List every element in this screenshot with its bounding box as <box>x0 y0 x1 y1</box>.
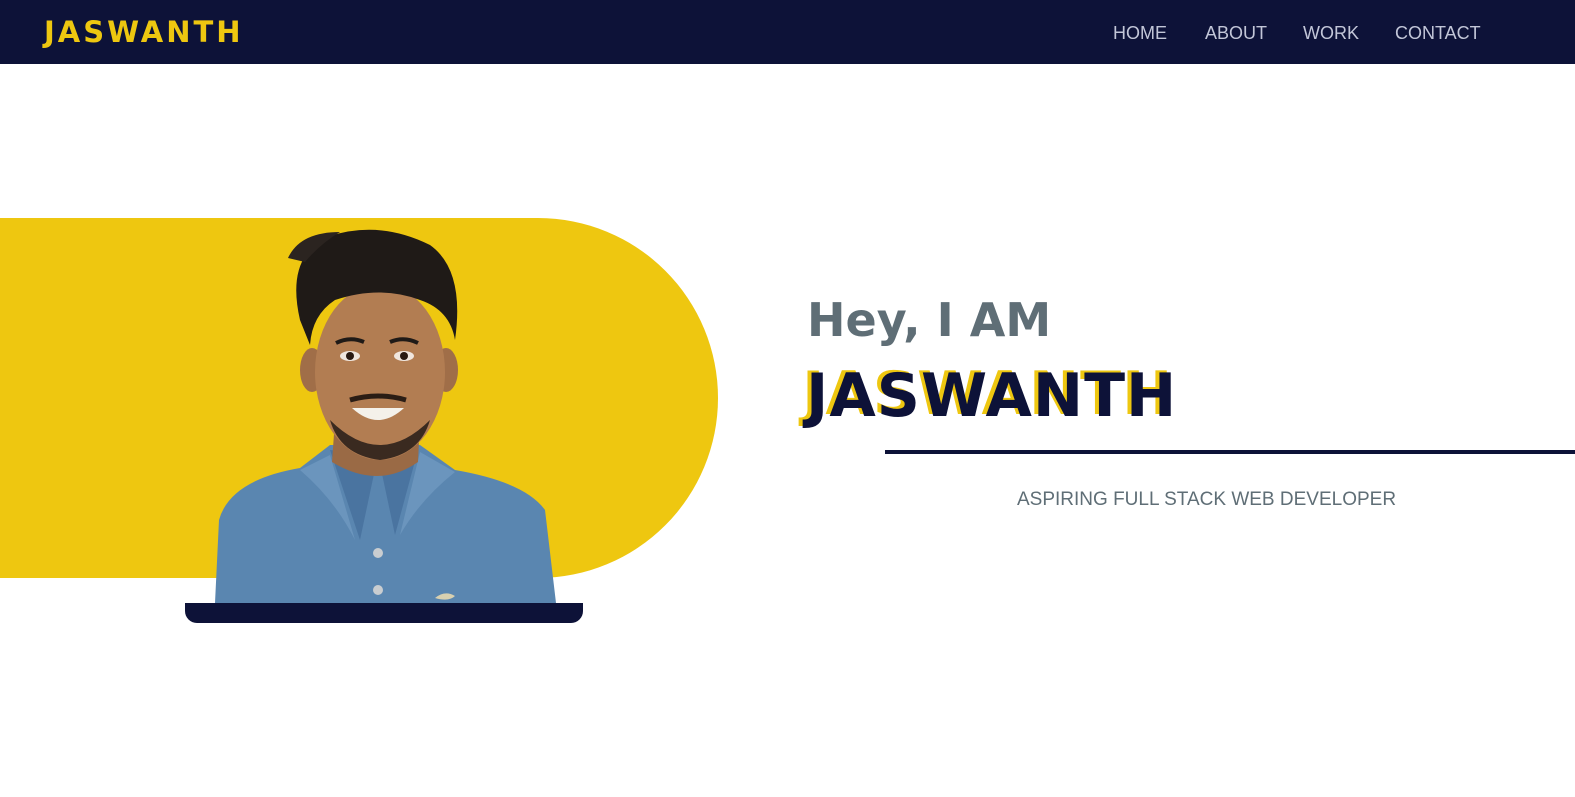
hero-divider <box>885 450 1575 454</box>
hero-greeting: Hey, I AM <box>807 293 1052 347</box>
profile-photo <box>215 229 556 603</box>
hero-tagline: ASPIRING FULL STACK WEB DEVELOPER <box>1017 489 1397 510</box>
hero-name: JASWANTH <box>806 361 1178 431</box>
nav-about[interactable]: ABOUT <box>1205 21 1267 45</box>
nav-contact[interactable]: CONTACT <box>1395 21 1481 45</box>
nav-home[interactable]: HOME <box>1113 21 1167 45</box>
nav-work[interactable]: WORK <box>1303 21 1359 45</box>
portrait-base <box>185 603 583 623</box>
